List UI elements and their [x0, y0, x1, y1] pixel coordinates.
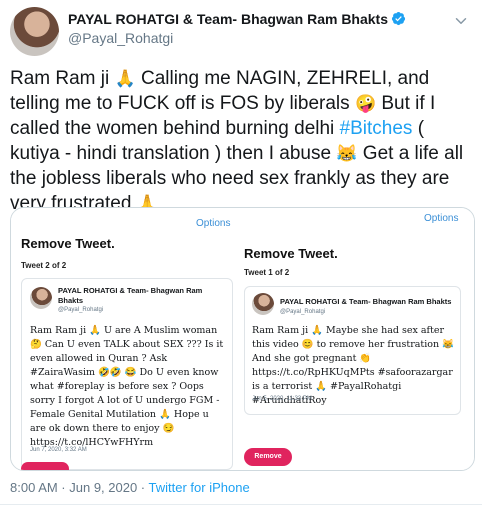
options-link: Options: [196, 218, 231, 229]
pray-emoji: 🙏: [114, 69, 136, 88]
options-link: Options: [424, 213, 459, 224]
left-screenshot: Options Remove Tweet. Tweet 2 of 2 PAYAL…: [11, 208, 237, 470]
remove-tweet-title: Remove Tweet.: [21, 236, 115, 251]
hashtag-link[interactable]: #Bitches: [340, 118, 413, 139]
avatar[interactable]: [10, 7, 59, 56]
embedded-handle: @Payal_Rohatgi: [58, 307, 104, 313]
embedded-tweet: PAYAL ROHATGI & Team- Bhagwan Ram Bhakts…: [21, 278, 233, 470]
zany-face-emoji: 🤪: [354, 94, 377, 113]
divider: [0, 504, 482, 505]
chevron-down-icon[interactable]: [452, 12, 470, 30]
avatar: [252, 293, 274, 315]
tweet-text-part: Ram Ram ji: [10, 68, 115, 89]
verified-badge-icon: [391, 11, 406, 26]
embedded-timestamp: Jun 7, 2020, 3:32 AM: [30, 447, 87, 453]
tweet-count-label: Tweet 1 of 2: [244, 268, 290, 277]
remove-button: [21, 462, 69, 470]
display-name-text[interactable]: PAYAL ROHATGI & Team- Bhagwan Ram Bhakts: [68, 11, 388, 27]
source-link[interactable]: Twitter for iPhone: [149, 480, 250, 495]
timestamp-text[interactable]: 8:00 AM · Jun 9, 2020 ·: [10, 480, 149, 495]
embedded-tweet: PAYAL ROHATGI & Team- Bhagwan Ram Bhakts…: [244, 286, 461, 415]
embedded-handle: @Payal_Rohatgi: [280, 309, 326, 315]
user-handle[interactable]: @Payal_Rohatgi: [68, 30, 173, 46]
avatar: [30, 287, 52, 309]
tweet-text: Ram Ram ji 🙏 Calling me NAGIN, ZEHRELI, …: [10, 66, 476, 216]
remove-tweet-title: Remove Tweet.: [244, 246, 338, 261]
embedded-display-name: PAYAL ROHATGI & Team- Bhagwan Ram Bhakts: [58, 286, 202, 306]
remove-button: Remove: [244, 448, 292, 466]
tweet-timestamp: 8:00 AM · Jun 9, 2020 · Twitter for iPho…: [10, 480, 250, 495]
embedded-display-name: PAYAL ROHATGI & Team- Bhagwan Ram Bhakts: [280, 297, 452, 306]
embedded-timestamp: Jun 5, 2020, 11:33 PM: [252, 396, 312, 402]
right-screenshot: Options Remove Tweet. Tweet 1 of 2 PAYAL…: [239, 208, 474, 470]
embedded-tweet-text: Ram Ram ji 🙏 U are A Muslim woman 🤔 Can …: [30, 325, 224, 448]
attached-image[interactable]: Options Remove Tweet. Tweet 2 of 2 PAYAL…: [10, 207, 475, 471]
embedded-name-line: PAYAL ROHATGI & Team- Bhagwan Ram: [58, 286, 203, 295]
laughing-cat-emoji: 😹: [336, 144, 358, 163]
display-name[interactable]: PAYAL ROHATGI & Team- Bhagwan Ram Bhakts: [68, 11, 406, 27]
embedded-name-line: Bhakts: [58, 296, 84, 305]
tweet-count-label: Tweet 2 of 2: [21, 261, 67, 270]
